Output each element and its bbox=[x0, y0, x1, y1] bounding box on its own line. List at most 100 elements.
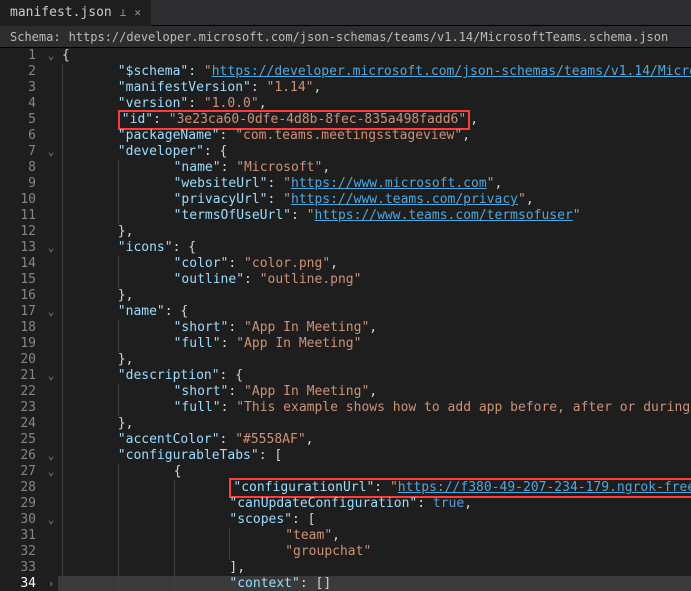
json-key: "$schema" bbox=[118, 64, 188, 79]
fold-toggle bbox=[44, 208, 58, 224]
line-number: 14 bbox=[0, 256, 36, 272]
line-number: 21 bbox=[0, 368, 36, 384]
code-line[interactable]: "accentColor": "#5558AF", bbox=[58, 432, 691, 448]
fold-toggle[interactable]: ⌄ bbox=[44, 512, 58, 528]
json-link[interactable]: "https://f380-49-207-234-179.ngrok-free.… bbox=[390, 480, 691, 495]
json-string: "App In Meeting" bbox=[244, 320, 369, 335]
json-key: "accentColor" bbox=[118, 432, 220, 447]
line-number: 4 bbox=[0, 96, 36, 112]
code-line[interactable]: "color": "color.png", bbox=[58, 256, 691, 272]
json-key: "privacyUrl" bbox=[174, 192, 268, 207]
code-line[interactable]: }, bbox=[58, 224, 691, 240]
json-string: "1.14" bbox=[267, 80, 314, 95]
line-number: 25 bbox=[0, 432, 36, 448]
code-line[interactable]: "configurationUrl": "https://f380-49-207… bbox=[58, 480, 691, 496]
fold-toggle bbox=[44, 192, 58, 208]
json-key: "name" bbox=[118, 304, 165, 319]
json-string: "groupchat" bbox=[285, 544, 371, 559]
schema-url[interactable]: https://developer.microsoft.com/json-sch… bbox=[69, 30, 669, 44]
code-line[interactable]: "websiteUrl": "https://www.microsoft.com… bbox=[58, 176, 691, 192]
code-line[interactable]: "manifestVersion": "1.14", bbox=[58, 80, 691, 96]
code-line[interactable]: }, bbox=[58, 416, 691, 432]
code-editor[interactable]: 1234567891011121314151617181920212223242… bbox=[0, 48, 691, 591]
code-line[interactable]: "context": [] bbox=[58, 576, 691, 591]
pin-icon[interactable]: ⟂ bbox=[120, 6, 127, 19]
fold-toggle bbox=[44, 400, 58, 416]
code-line[interactable]: "short": "App In Meeting", bbox=[58, 320, 691, 336]
code-line[interactable]: "name": "Microsoft", bbox=[58, 160, 691, 176]
fold-toggle bbox=[44, 544, 58, 560]
line-number: 12 bbox=[0, 224, 36, 240]
code-line[interactable]: "configurableTabs": [ bbox=[58, 448, 691, 464]
json-key: "icons" bbox=[118, 240, 173, 255]
code-line[interactable]: "termsOfUseUrl": "https://www.teams.com/… bbox=[58, 208, 691, 224]
line-number: 34 bbox=[0, 576, 36, 591]
code-line[interactable]: "developer": { bbox=[58, 144, 691, 160]
json-link[interactable]: "https://www.teams.com/termsofuser" bbox=[307, 208, 581, 223]
tab-manifest[interactable]: manifest.json ⟂ ✕ bbox=[0, 0, 151, 26]
code-line[interactable]: "full": "This example shows how to add a… bbox=[58, 400, 691, 416]
code-line[interactable]: "outline": "outline.png" bbox=[58, 272, 691, 288]
line-number: 33 bbox=[0, 560, 36, 576]
code-line[interactable]: "groupchat" bbox=[58, 544, 691, 560]
code-area[interactable]: { "$schema": "https://developer.microsof… bbox=[58, 48, 691, 591]
line-number: 17 bbox=[0, 304, 36, 320]
fold-toggle[interactable]: ⌄ bbox=[44, 368, 58, 384]
json-link[interactable]: "https://www.teams.com/privacy" bbox=[283, 192, 526, 207]
code-line[interactable]: }, bbox=[58, 288, 691, 304]
line-number: 19 bbox=[0, 336, 36, 352]
code-line[interactable]: "$schema": "https://developer.microsoft.… bbox=[58, 64, 691, 80]
line-number: 6 bbox=[0, 128, 36, 144]
line-number: 20 bbox=[0, 352, 36, 368]
fold-toggle bbox=[44, 320, 58, 336]
code-line[interactable]: "id": "3e23ca60-0dfe-4d8b-8fec-835a498fa… bbox=[58, 112, 691, 128]
fold-toggle[interactable]: ⌄ bbox=[44, 144, 58, 160]
json-string: "outline.png" bbox=[260, 272, 362, 287]
json-key: "outline" bbox=[174, 272, 244, 287]
json-key: "websiteUrl" bbox=[174, 176, 268, 191]
code-line[interactable]: "team", bbox=[58, 528, 691, 544]
code-line[interactable]: ], bbox=[58, 560, 691, 576]
fold-toggle[interactable]: ⌄ bbox=[44, 240, 58, 256]
fold-toggle[interactable]: ⌄ bbox=[44, 464, 58, 480]
json-string: "1.0.0" bbox=[204, 96, 259, 111]
json-key: "short" bbox=[174, 384, 229, 399]
code-line[interactable]: "canUpdateConfiguration": true, bbox=[58, 496, 691, 512]
code-line[interactable]: "icons": { bbox=[58, 240, 691, 256]
json-link[interactable]: "https://developer.microsoft.com/json-sc… bbox=[204, 64, 691, 79]
line-number: 24 bbox=[0, 416, 36, 432]
fold-toggle[interactable]: ⌄ bbox=[44, 48, 58, 64]
fold-toggle bbox=[44, 384, 58, 400]
json-string: "App In Meeting" bbox=[244, 384, 369, 399]
json-string: "Microsoft" bbox=[236, 160, 322, 175]
line-number: 13 bbox=[0, 240, 36, 256]
fold-toggle[interactable]: ⌄ bbox=[44, 448, 58, 464]
code-line[interactable]: "name": { bbox=[58, 304, 691, 320]
code-line[interactable]: "short": "App In Meeting", bbox=[58, 384, 691, 400]
code-line[interactable]: "full": "App In Meeting" bbox=[58, 336, 691, 352]
line-number: 18 bbox=[0, 320, 36, 336]
fold-toggle bbox=[44, 160, 58, 176]
line-number: 5 bbox=[0, 112, 36, 128]
json-key: "packageName" bbox=[118, 128, 220, 143]
line-number: 9 bbox=[0, 176, 36, 192]
json-link[interactable]: "https://www.microsoft.com" bbox=[283, 176, 494, 191]
fold-toggle[interactable]: ⌄ bbox=[44, 304, 58, 320]
code-line[interactable]: "privacyUrl": "https://www.teams.com/pri… bbox=[58, 192, 691, 208]
json-key: "color" bbox=[174, 256, 229, 271]
close-icon[interactable]: ✕ bbox=[134, 6, 141, 19]
line-number: 32 bbox=[0, 544, 36, 560]
code-line[interactable]: "description": { bbox=[58, 368, 691, 384]
json-key: "canUpdateConfiguration" bbox=[229, 496, 417, 511]
code-line[interactable]: }, bbox=[58, 352, 691, 368]
fold-toggle bbox=[44, 528, 58, 544]
code-line[interactable]: "packageName": "com.teams.meetingsstagev… bbox=[58, 128, 691, 144]
line-number: 3 bbox=[0, 80, 36, 96]
json-key: "description" bbox=[118, 368, 220, 383]
line-number: 11 bbox=[0, 208, 36, 224]
code-line[interactable]: "scopes": [ bbox=[58, 512, 691, 528]
fold-toggle bbox=[44, 352, 58, 368]
line-number: 2 bbox=[0, 64, 36, 80]
fold-toggle[interactable]: › bbox=[44, 576, 58, 591]
code-line[interactable]: { bbox=[58, 48, 691, 64]
